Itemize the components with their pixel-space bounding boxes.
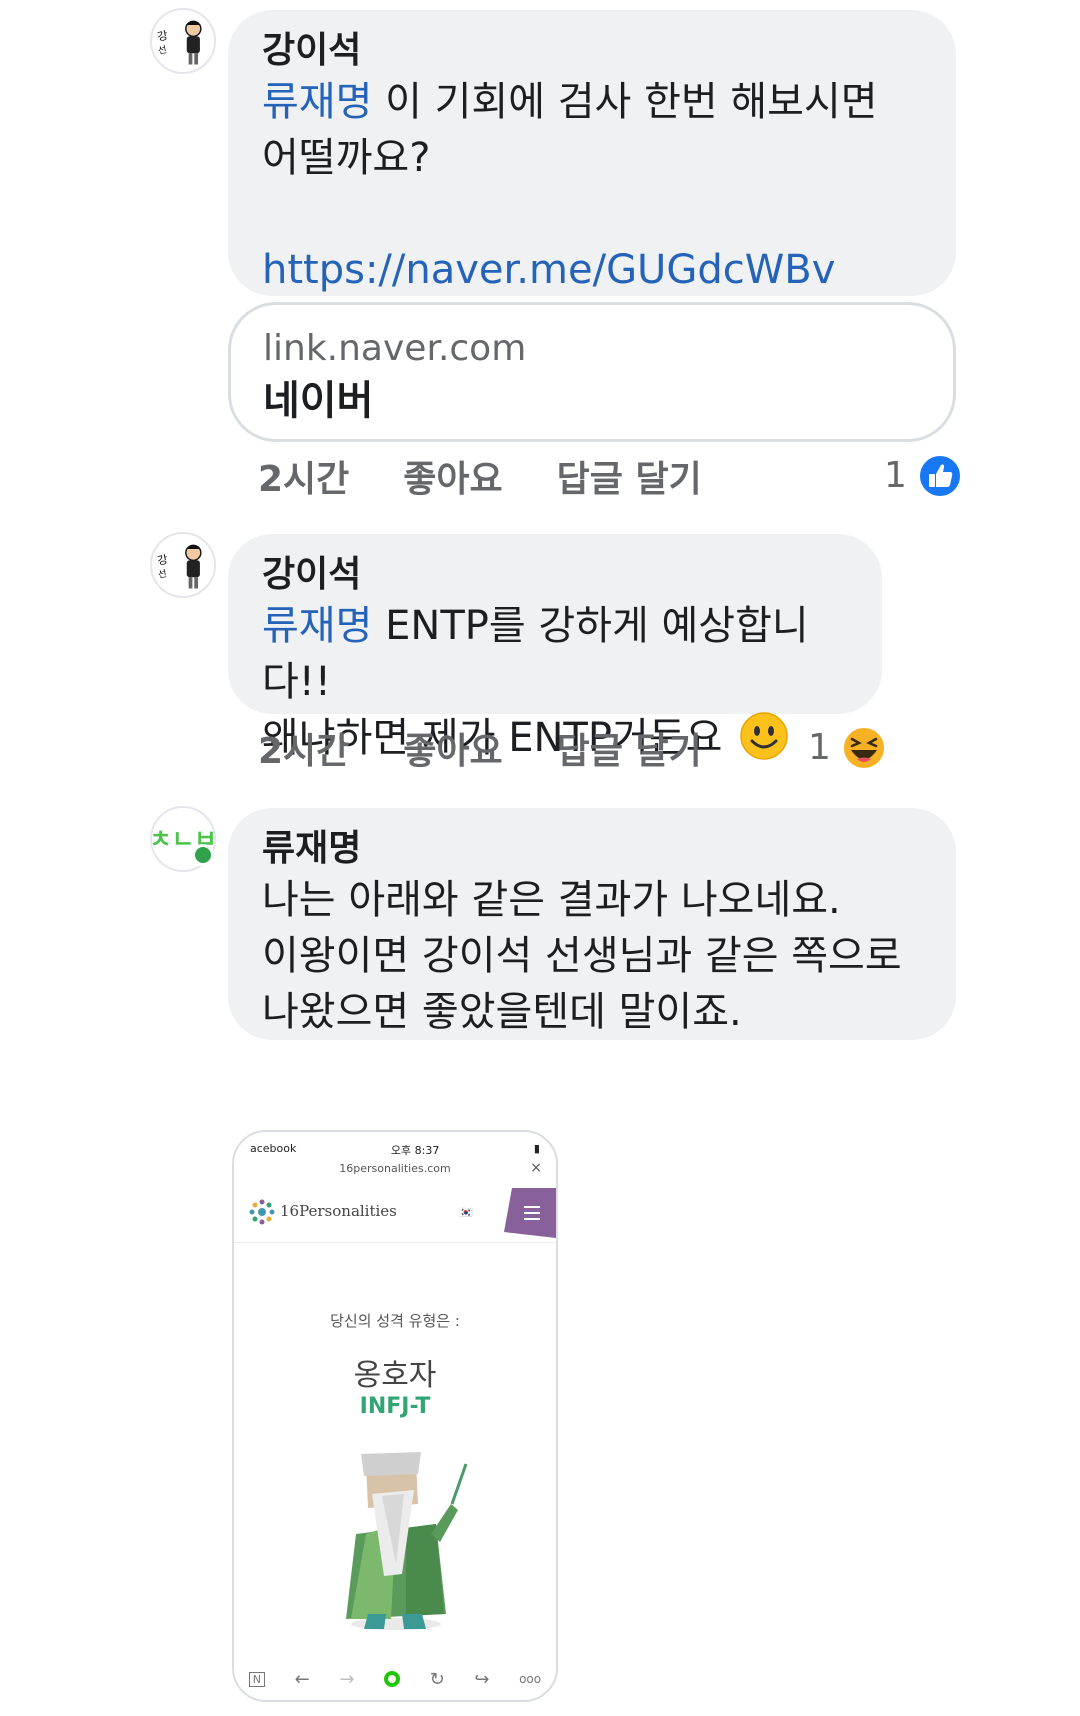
reaction-count: 1 [884, 455, 907, 496]
comment-author[interactable]: 강이석 [262, 552, 848, 598]
comment-author[interactable]: 류재명 [262, 826, 922, 872]
comment-text: 나는 아래와 같은 결과가 나오네요. 이왕이면 강이석 선생님과 같은 쪽으로… [262, 872, 922, 1040]
more-icon: ooo [519, 1672, 542, 1686]
like-icon [917, 454, 962, 498]
comment-text-line3: 나왔으면 좋았을텐데 말이죠. [262, 989, 742, 1035]
naver-n-icon: N [248, 1671, 266, 1687]
site-header: 16Personalities 🇰🇷 [234, 1184, 556, 1243]
comment-text-line1: 이 기회에 검사 한번 해보시면 [372, 79, 878, 125]
close-icon: × [530, 1160, 542, 1176]
mention-link[interactable]: 류재명 [262, 603, 372, 649]
link-preview-domain: link.naver.com [263, 328, 527, 369]
avatar-kang[interactable]: 강 선 [150, 8, 216, 74]
reply-button[interactable]: 답글 달기 [557, 728, 702, 776]
online-status-dot [192, 844, 214, 866]
back-arrow-icon: ← [294, 1668, 310, 1690]
comment-text: 류재명 이 기회에 검사 한번 해보시면 어떨까요? https://naver… [262, 74, 922, 298]
advocate-character-illustration [346, 1452, 468, 1630]
laughing-face-icon [841, 726, 886, 770]
reply-button[interactable]: 답글 달기 [557, 456, 702, 504]
share-icon: ↪ [474, 1668, 490, 1690]
reaction-count: 1 [808, 727, 831, 768]
comment-time[interactable]: 2시간 [258, 456, 349, 504]
browser-url: 16personalities.com [339, 1162, 451, 1175]
refresh-icon: ↻ [429, 1668, 445, 1690]
comment-author[interactable]: 강이석 [262, 28, 922, 74]
comment-bubble-3: 류재명 나는 아래와 같은 결과가 나오네요. 이왕이면 강이석 선생님과 같은… [228, 808, 956, 1040]
comment-actions-2: 2시간 좋아요 답글 달기 [258, 728, 702, 776]
status-app: acebook [250, 1142, 297, 1155]
cartoon-avatar-icon: 강 선 [152, 534, 214, 596]
site-name: 16Personalities [280, 1202, 397, 1220]
phone-status-bar: acebook 오후 8:37 ▮ [250, 1142, 540, 1158]
browser-bottom-bar: N ← → ↻ ↪ ooo [234, 1658, 556, 1700]
comment-bubble-1: 강이석 류재명 이 기회에 검사 한번 해보시면 어떨까요? https://n… [228, 10, 956, 296]
comment-text-line1: 나는 아래와 같은 결과가 나오네요. [262, 877, 841, 923]
korea-flag-icon: 🇰🇷 [459, 1206, 473, 1219]
comment-time[interactable]: 2시간 [258, 728, 349, 776]
comment-text-line2: 이왕이면 강이석 선생님과 같은 쪽으로 [262, 933, 902, 979]
cartoon-avatar-icon: 강 선 [152, 10, 214, 72]
avatar-ryu[interactable]: ㅊㄴㅂ [150, 806, 216, 872]
link-preview-title: 네이버 [263, 378, 374, 424]
reaction-summary-2[interactable]: 1 [808, 724, 887, 772]
sixteen-personalities-logo-icon [249, 1199, 275, 1225]
like-button[interactable]: 좋아요 [403, 728, 502, 776]
forward-arrow-icon: → [339, 1668, 355, 1690]
comment-url-link[interactable]: https://naver.me/GUGdcWBv [262, 247, 835, 293]
comment-text-line2: 어떨까요? [262, 135, 431, 181]
like-button[interactable]: 좋아요 [403, 456, 502, 504]
link-preview-card[interactable]: link.naver.com 네이버 [228, 302, 956, 442]
avatar-kang[interactable]: 강 선 [150, 532, 216, 598]
attached-screenshot[interactable]: acebook 오후 8:37 ▮ 16personalities.com × … [232, 1130, 558, 1702]
green-dot-icon [384, 1671, 401, 1687]
result-subtitle: 당신의 성격 유형은 : [330, 1312, 460, 1330]
status-time: 오후 8:37 [390, 1144, 440, 1157]
smiling-face-icon [740, 712, 788, 760]
comment-bubble-2: 강이석 류재명 ENTP를 강하게 예상합니다!! 왜냐하면 제가 ENTP거든… [228, 534, 882, 761]
battery-icon: ▮ [533, 1142, 540, 1155]
result-type-code: INFJ-T [359, 1394, 431, 1419]
result-type-name: 옹호자 [353, 1358, 437, 1393]
reaction-summary-1[interactable]: 1 [884, 452, 963, 500]
menu-icon [504, 1188, 556, 1238]
comment-actions-1: 2시간 좋아요 답글 달기 [258, 456, 702, 504]
mention-link[interactable]: 류재명 [262, 79, 372, 125]
